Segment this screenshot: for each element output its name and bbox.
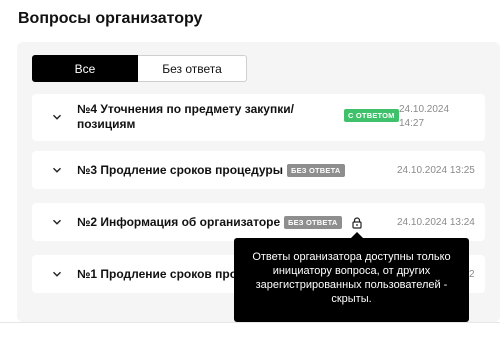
chevron-down-icon[interactable] (52, 112, 62, 122)
question-card-2[interactable]: №2 Информация об организаторе БЕЗ ОТВЕТА… (32, 203, 485, 241)
lock-tooltip: Ответы организатора доступны только иниц… (234, 238, 469, 322)
tooltip-text: Ответы организатора доступны только иниц… (252, 251, 451, 305)
question-date: 24.10.2024 (399, 104, 450, 115)
question-card-3[interactable]: №3 Продление сроков процедуры БЕЗ ОТВЕТА… (32, 151, 485, 189)
page-title: Вопросы организатору (18, 10, 203, 27)
question-date: 24.10.2024 13:25 (397, 165, 475, 176)
chevron-down-icon[interactable] (52, 269, 62, 279)
question-title: №3 Продление сроков процедуры (77, 163, 283, 177)
chevron-down-icon[interactable] (52, 165, 62, 175)
question-title: №2 Информация об организаторе (77, 215, 281, 229)
question-card-4[interactable]: №4 Уточнения по предмету закупки/ позици… (32, 94, 485, 141)
status-badge-unanswered: БЕЗ ОТВЕТА (287, 164, 345, 177)
question-date-fragment: 2 (469, 269, 475, 280)
question-title: №1 Продление сроков проце (77, 267, 252, 281)
divider (0, 322, 500, 323)
chevron-down-icon[interactable] (52, 217, 62, 227)
question-title-line1: №4 Уточнения по предмету закупки/ (77, 102, 294, 116)
status-badge-unanswered: БЕЗ ОТВЕТА (284, 216, 342, 229)
question-date: 24.10.2024 13:24 (397, 217, 475, 228)
question-title-line2: позициям (77, 117, 136, 131)
tab-unanswered[interactable]: Без ответа (138, 55, 247, 82)
filter-tabs: Все Без ответа (32, 55, 247, 82)
question-time: 14:27 (399, 118, 425, 129)
tab-all[interactable]: Все (32, 55, 138, 82)
lock-icon[interactable] (352, 216, 362, 229)
status-badge-answered: С ОТВЕТОМ (344, 109, 399, 122)
